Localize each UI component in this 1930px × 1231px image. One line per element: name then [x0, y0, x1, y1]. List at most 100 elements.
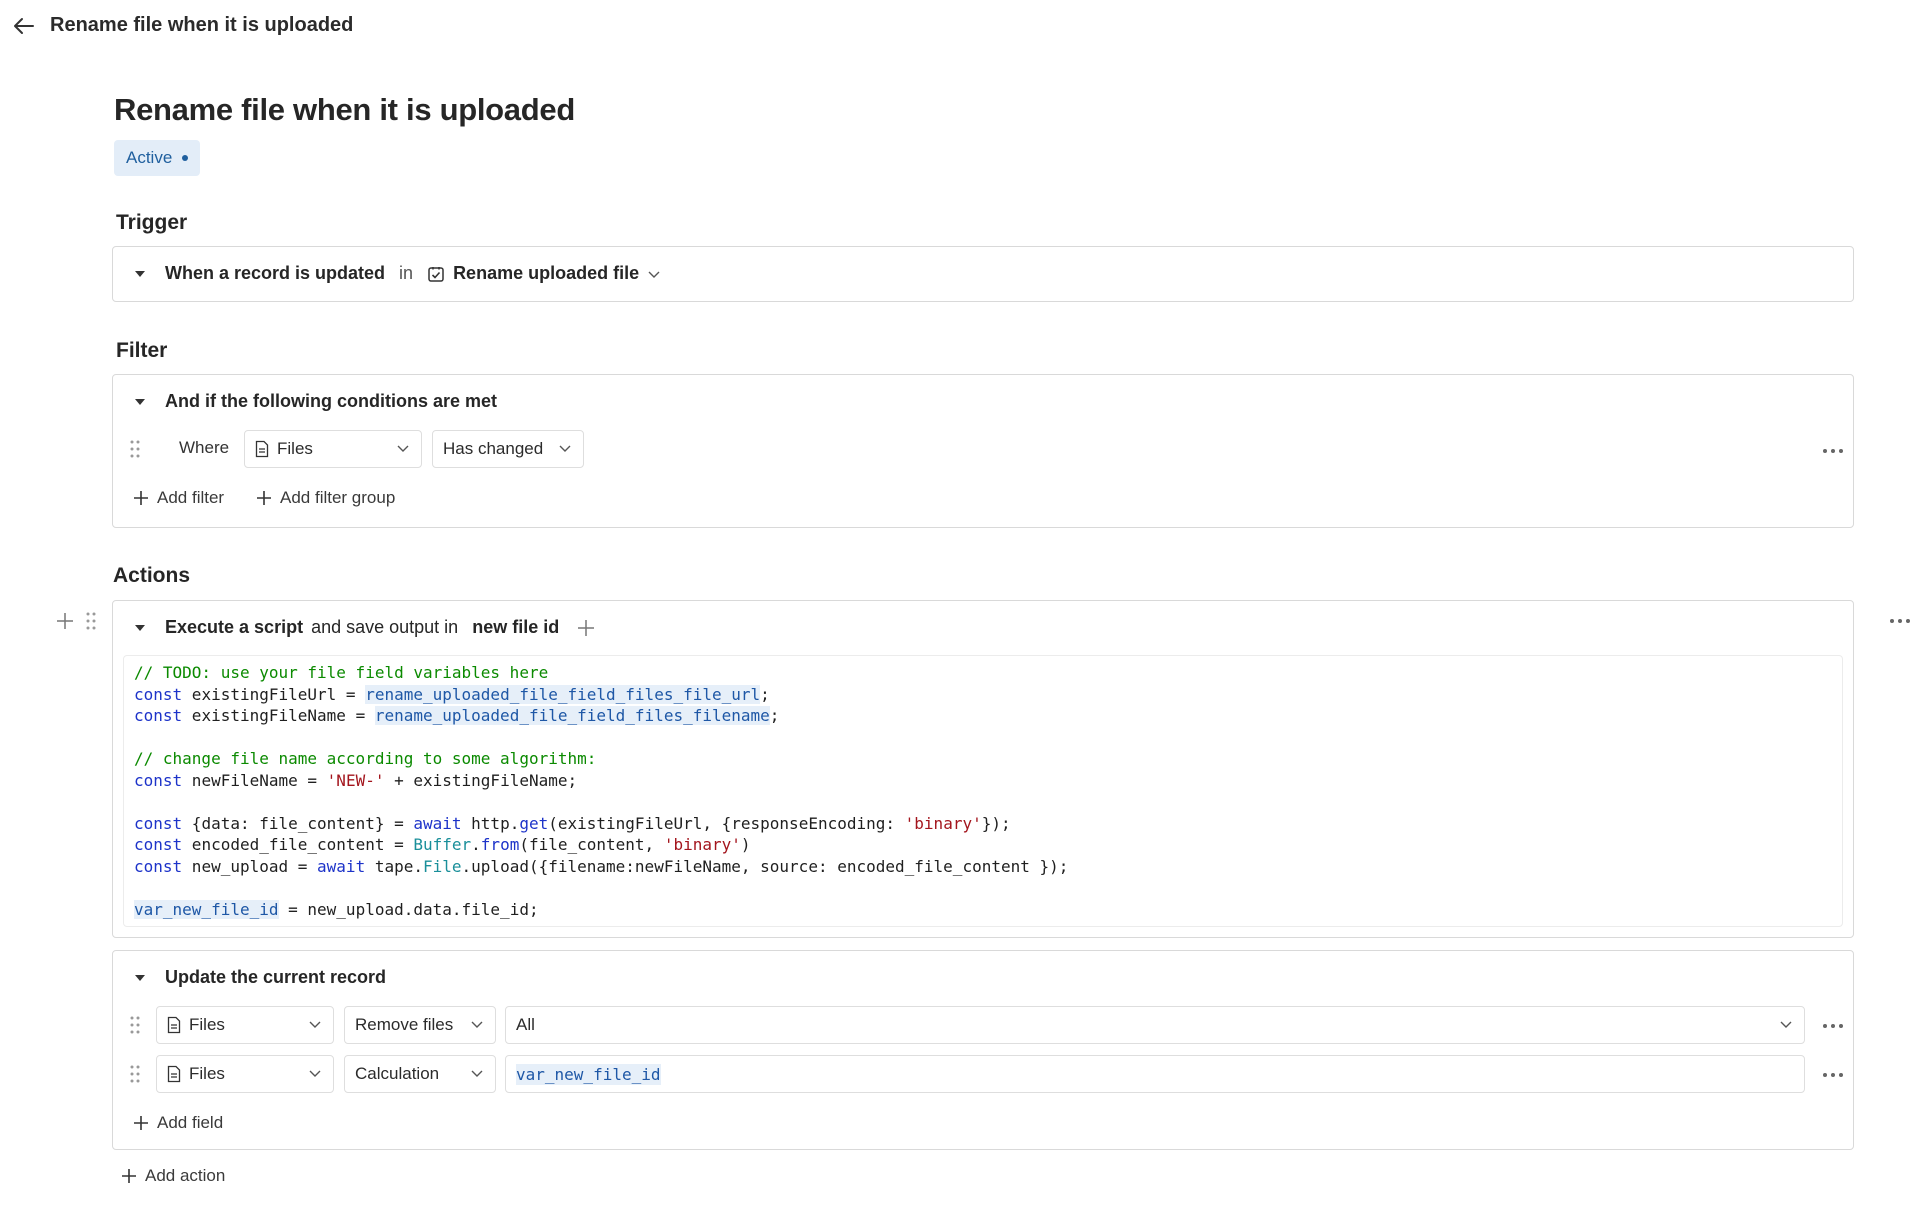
update-operation-select[interactable]: Calculation	[344, 1055, 496, 1093]
script-title-bold: Execute a script	[165, 617, 304, 637]
update-record-title: Update the current record	[165, 967, 387, 987]
update-operation-value: Calculation	[355, 1064, 440, 1083]
update-operation-value: Remove files	[355, 1015, 454, 1034]
code-line: const encoded_file_content = Buffer.from…	[134, 834, 1832, 856]
code-token: )	[740, 835, 751, 854]
trigger-app-name: Rename uploaded file	[453, 263, 640, 283]
chevron-down-icon	[1780, 1021, 1792, 1028]
code-token: existingFileName =	[182, 706, 375, 725]
checklist-icon	[428, 266, 444, 282]
code-token: = new_upload.data.file_id;	[278, 899, 539, 919]
code-line: const newFileName = 'NEW-' + existingFil…	[134, 770, 1832, 792]
trigger-heading: Trigger	[116, 211, 188, 234]
plus-icon[interactable]	[56, 612, 74, 630]
document-icon	[167, 1016, 181, 1034]
calculation-input[interactable]: var_new_file_id	[505, 1055, 1805, 1093]
caret-down-icon[interactable]	[133, 267, 147, 281]
code-token: + existingFileName;	[384, 770, 578, 790]
code-token: File	[423, 856, 462, 876]
code-token: await	[413, 813, 462, 833]
update-field-select[interactable]: Files	[156, 1006, 334, 1044]
variable-token: rename_uploaded_file_field_files_file_ur…	[365, 684, 761, 704]
code-token: 'binary'	[904, 813, 982, 833]
filter-condition-select[interactable]: Has changed	[432, 430, 584, 468]
add-filter-label: Add filter	[157, 488, 225, 507]
add-field-label: Add field	[157, 1113, 224, 1132]
where-label: Where	[179, 438, 230, 457]
drag-handle-icon[interactable]	[128, 1015, 142, 1035]
more-options-icon[interactable]	[1820, 444, 1846, 458]
variable-token: var_new_file_id	[134, 899, 279, 919]
chevron-down-icon	[648, 271, 660, 278]
caret-down-icon[interactable]	[133, 971, 147, 985]
status-dot	[182, 155, 189, 161]
code-token: Buffer	[413, 835, 472, 854]
filter-heading: Filter	[116, 339, 168, 362]
code-token: new_upload =	[182, 856, 318, 876]
more-options-icon[interactable]	[1887, 614, 1913, 628]
update-value-select[interactable]: All	[505, 1006, 1805, 1044]
code-token: const	[134, 856, 183, 876]
code-token: get	[519, 813, 549, 833]
filter-card: And if the following conditions are met …	[112, 374, 1854, 528]
code-token: newFileName =	[182, 770, 327, 790]
filter-field-value: Files	[277, 439, 313, 458]
drag-handle-icon[interactable]	[84, 611, 98, 631]
drag-handle-icon[interactable]	[128, 439, 142, 459]
more-options-icon[interactable]	[1820, 1068, 1846, 1082]
code-token: ;	[769, 706, 780, 725]
code-token: 'NEW-'	[326, 770, 385, 790]
code-token: (existingFileUrl, {responseEncoding:	[548, 813, 905, 833]
add-action-button[interactable]: Add action	[121, 1166, 225, 1186]
variable-token: var_new_file_id	[516, 1063, 661, 1085]
code-token: .	[471, 835, 481, 854]
caret-down-icon[interactable]	[133, 395, 147, 409]
drag-handle-icon[interactable]	[128, 1064, 142, 1084]
status-badge: Active	[114, 140, 201, 176]
filter-field-select[interactable]: Files	[244, 430, 422, 468]
caret-down-icon[interactable]	[133, 621, 147, 635]
back-button[interactable]	[8, 12, 40, 40]
code-token: existingFileUrl =	[182, 684, 366, 704]
add-filter-button[interactable]: Add filter	[133, 488, 224, 508]
variable-token: rename_uploaded_file_field_files_filenam…	[374, 706, 770, 725]
header-title: Rename file when it is uploaded	[50, 14, 354, 36]
code-token: tape.	[365, 856, 423, 876]
code-line: var_new_file_id = new_upload.data.file_i…	[134, 899, 1832, 921]
update-value: All	[516, 1015, 535, 1034]
code-token: .upload({filename:newFileName, source: e…	[461, 856, 1069, 876]
code-token: const	[134, 770, 183, 790]
plus-icon[interactable]	[577, 619, 595, 637]
code-token: http.	[461, 813, 520, 833]
script-title-rest: and save output in	[311, 617, 459, 637]
update-record-header: Update the current record	[133, 967, 386, 988]
code-token: await	[317, 856, 366, 876]
code-editor[interactable]: // TODO: use your file field variables h…	[123, 655, 1843, 927]
trigger-card: When a record is updated in Rename uploa…	[112, 246, 1854, 302]
more-options-icon[interactable]	[1820, 1019, 1846, 1033]
arrow-left-icon	[14, 18, 34, 34]
add-filter-group-button[interactable]: Add filter group	[256, 488, 395, 508]
code-token: from	[480, 835, 520, 854]
update-field-select[interactable]: Files	[156, 1055, 334, 1093]
page-title: Rename file when it is uploaded	[114, 92, 575, 127]
code-token: ;	[760, 684, 770, 704]
chevron-down-icon	[559, 445, 571, 452]
filter-condition-value: Has changed	[443, 439, 544, 458]
update-operation-select[interactable]: Remove files	[344, 1006, 496, 1044]
chevron-down-icon	[471, 1070, 483, 1077]
code-token: 'binary'	[663, 835, 741, 854]
chevron-down-icon	[397, 445, 409, 452]
add-field-button[interactable]: Add field	[133, 1113, 223, 1133]
code-line: // change file name according to some al…	[134, 748, 1832, 770]
update-field-value: Files	[189, 1064, 225, 1083]
code-line: // TODO: use your file field variables h…	[134, 662, 1832, 684]
code-token: encoded_file_content =	[182, 835, 414, 854]
filter-title: And if the following conditions are met	[165, 391, 497, 411]
trigger-header: When a record is updated in Rename uploa…	[133, 263, 661, 284]
app-selector[interactable]: Rename uploaded file	[427, 263, 661, 284]
trigger-event[interactable]: When a record is updated	[165, 263, 385, 284]
output-variable[interactable]: new file id	[472, 617, 559, 638]
code-token: {data: file_content} =	[182, 813, 414, 833]
